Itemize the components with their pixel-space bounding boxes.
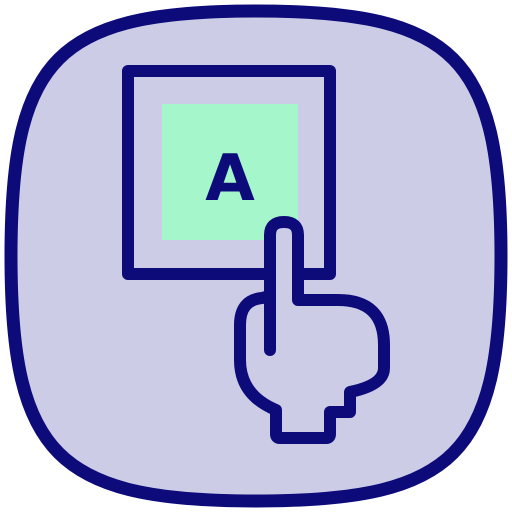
button-letter: A (205, 142, 255, 216)
icon-canvas: A (4, 4, 508, 508)
squircle-background (4, 4, 508, 508)
touch-button-icon: A (0, 0, 512, 512)
